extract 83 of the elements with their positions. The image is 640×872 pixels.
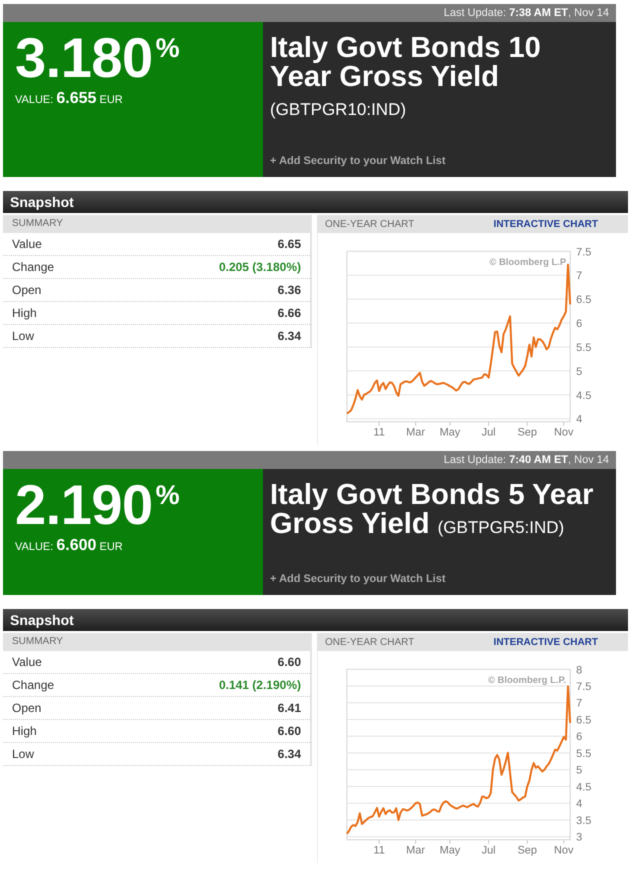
axis-tick <box>563 421 564 426</box>
row-label: Open <box>12 701 42 715</box>
axis-tick <box>378 421 380 426</box>
axis-tick <box>449 839 450 844</box>
axis-label: 5 <box>576 764 582 777</box>
axis-label: 4.5 <box>576 390 592 402</box>
axis-tick <box>449 421 450 426</box>
row-label: High <box>12 724 37 738</box>
security-title: Italy Govt Bonds 10 Year Gross Yield (GBTPGR10:IND) <box>270 34 542 121</box>
snapshot-header: Snapshot <box>3 609 628 631</box>
axis-tick <box>415 839 416 844</box>
axis-label: 3.5 <box>576 814 592 827</box>
axis-label: Sep <box>518 426 537 439</box>
axis-label: 6.5 <box>576 714 592 726</box>
axis-label: 6 <box>576 731 582 744</box>
yield-change: 3.180$^{%}$ <box>15 30 180 86</box>
chart-credit: © Bloomberg L.P. <box>488 675 566 686</box>
axis-label: 5 <box>576 366 582 378</box>
chart-heading: ONE-YEAR CHART <box>325 636 414 648</box>
axis-label: 7.5 <box>576 681 592 694</box>
row-label: Value <box>12 655 42 669</box>
axis-tick <box>526 839 528 844</box>
security-title: Italy Govt Bonds 5 Year Gross Yield (GBTPGR5:IND) <box>270 481 594 542</box>
row-value: 6.65 <box>278 237 301 251</box>
axis-label: Nov <box>554 426 574 439</box>
watch-list-link[interactable]: + Add Security to your Watch List <box>270 573 446 585</box>
row-value: 0.141 (2.190%) <box>218 678 301 692</box>
summary-header: SUMMARY <box>3 633 310 651</box>
summary-header: SUMMARY <box>3 215 310 233</box>
watch-list-link[interactable]: + Add Security to your Watch List <box>270 155 446 167</box>
chart-heading: ONE-YEAR CHART <box>325 218 414 230</box>
axis-label: Mar <box>406 426 426 439</box>
axis-label: 6.5 <box>576 294 592 306</box>
row-value: 6.66 <box>278 306 301 320</box>
interactive-chart-link[interactable]: INTERACTIVE CHART <box>494 218 598 230</box>
axis-label: 6 <box>576 318 582 330</box>
row-label: Change <box>12 260 54 274</box>
row-value: 6.60 <box>278 655 301 669</box>
axis-label: 5.5 <box>576 748 592 760</box>
axis-tick <box>378 839 380 844</box>
axis-tick <box>488 421 490 426</box>
value-line: VALUE: 6.655 EUR <box>15 90 123 109</box>
yield-change: 2.190$^{%}$ <box>15 477 180 533</box>
axis-label: 8 <box>576 664 582 676</box>
row-value: 6.34 <box>278 747 301 761</box>
axis-tick <box>488 839 490 844</box>
row-label: Change <box>12 678 54 692</box>
axis-label: Sep <box>518 844 537 857</box>
axis-label: 4.5 <box>576 782 592 794</box>
last-update-bar: Last Update: 7:40 AM ET, Nov 14 <box>3 451 616 469</box>
row-value: 6.60 <box>278 724 301 738</box>
axis-label: May <box>440 844 460 857</box>
axis-label: 4 <box>576 798 582 810</box>
axis-label: 7 <box>576 270 582 282</box>
axis-label: Nov <box>554 844 574 857</box>
row-label: Low <box>12 747 34 761</box>
axis-label: 11 <box>373 844 385 857</box>
row-value: 0.205 (3.180%) <box>218 260 301 274</box>
row-value: 6.36 <box>278 283 301 297</box>
axis-tick <box>415 421 416 426</box>
last-update-bar: Last Update: 7:38 AM ET, Nov 14 <box>3 4 616 22</box>
row-label: Value <box>12 237 42 251</box>
axis-label: Jul <box>482 844 496 857</box>
interactive-chart-link[interactable]: INTERACTIVE CHART <box>494 636 598 648</box>
axis-label: 7.5 <box>576 246 592 258</box>
axis-label: 3 <box>576 832 582 844</box>
row-label: Low <box>12 329 34 343</box>
axis-tick <box>526 421 528 426</box>
axis-label: 7 <box>576 698 582 710</box>
axis-label: May <box>440 426 460 439</box>
axis-label: 4 <box>576 414 582 426</box>
axis-label: 11 <box>373 426 385 439</box>
axis-label: Jul <box>482 426 496 439</box>
axis-label: 5.5 <box>576 342 592 354</box>
row-value: 6.41 <box>278 701 301 715</box>
row-value: 6.34 <box>278 329 301 343</box>
value-line: VALUE: 6.600 EUR <box>15 537 123 556</box>
snapshot-header: Snapshot <box>3 191 628 213</box>
row-label: High <box>12 306 37 320</box>
chart-credit: © Bloomberg L.P <box>489 257 566 268</box>
row-label: Open <box>12 283 42 297</box>
axis-tick <box>563 839 564 844</box>
axis-label: Mar <box>406 844 426 857</box>
